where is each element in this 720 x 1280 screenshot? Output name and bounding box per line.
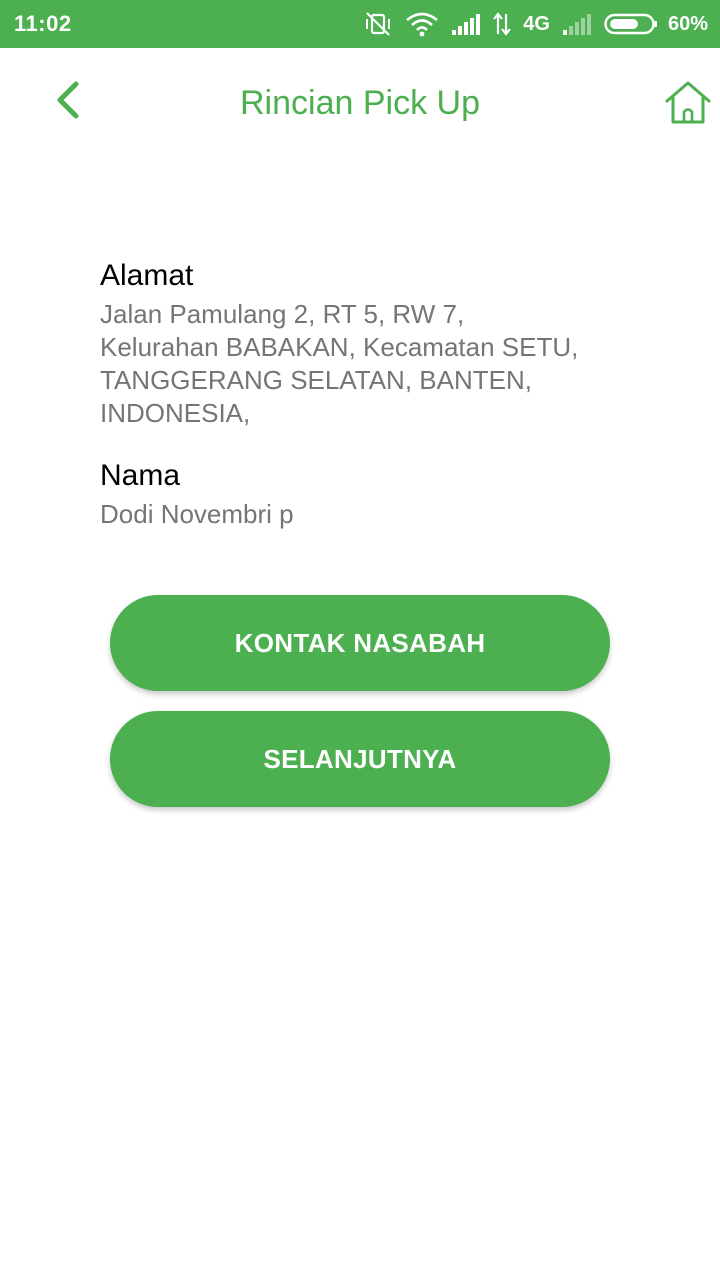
- wifi-icon: [405, 11, 439, 37]
- network-type: 4G: [523, 12, 550, 35]
- page-title: Rincian Pick Up: [240, 84, 480, 122]
- vibrate-icon: [363, 11, 393, 37]
- address-section: Alamat Jalan Pamulang 2, RT 5, RW 7, Kel…: [100, 258, 640, 430]
- status-time: 11:02: [14, 11, 72, 36]
- status-bar: 11:02 4G 60%: [0, 0, 720, 48]
- home-button[interactable]: [660, 78, 716, 132]
- home-icon: [663, 80, 713, 131]
- contact-customer-button[interactable]: KONTAK NASABAH: [110, 595, 610, 691]
- signal-weak-icon: [562, 12, 592, 36]
- address-line: TANGGERANG SELATAN, BANTEN,: [100, 365, 532, 395]
- app-bar: Rincian Pick Up: [0, 48, 720, 164]
- name-label: Nama: [100, 459, 181, 492]
- address-value: Jalan Pamulang 2, RT 5, RW 7, Kelurahan …: [100, 298, 640, 430]
- battery-icon: [604, 12, 658, 36]
- address-line: Jalan Pamulang 2, RT 5, RW 7,: [100, 299, 465, 329]
- address-line: INDONESIA,: [100, 398, 251, 428]
- name-value: Dodi Novembri p: [100, 499, 294, 529]
- data-arrows-icon: [493, 12, 512, 36]
- next-button[interactable]: SELANJUTNYA: [110, 711, 610, 807]
- address-line: Kelurahan BABAKAN, Kecamatan SETU,: [100, 332, 579, 362]
- address-label: Alamat: [100, 259, 194, 292]
- name-section: Nama Dodi Novembri p: [100, 458, 640, 531]
- signal-icon: [451, 12, 481, 36]
- status-icons: 4G 60%: [363, 11, 708, 37]
- battery-percent: 60%: [667, 12, 708, 35]
